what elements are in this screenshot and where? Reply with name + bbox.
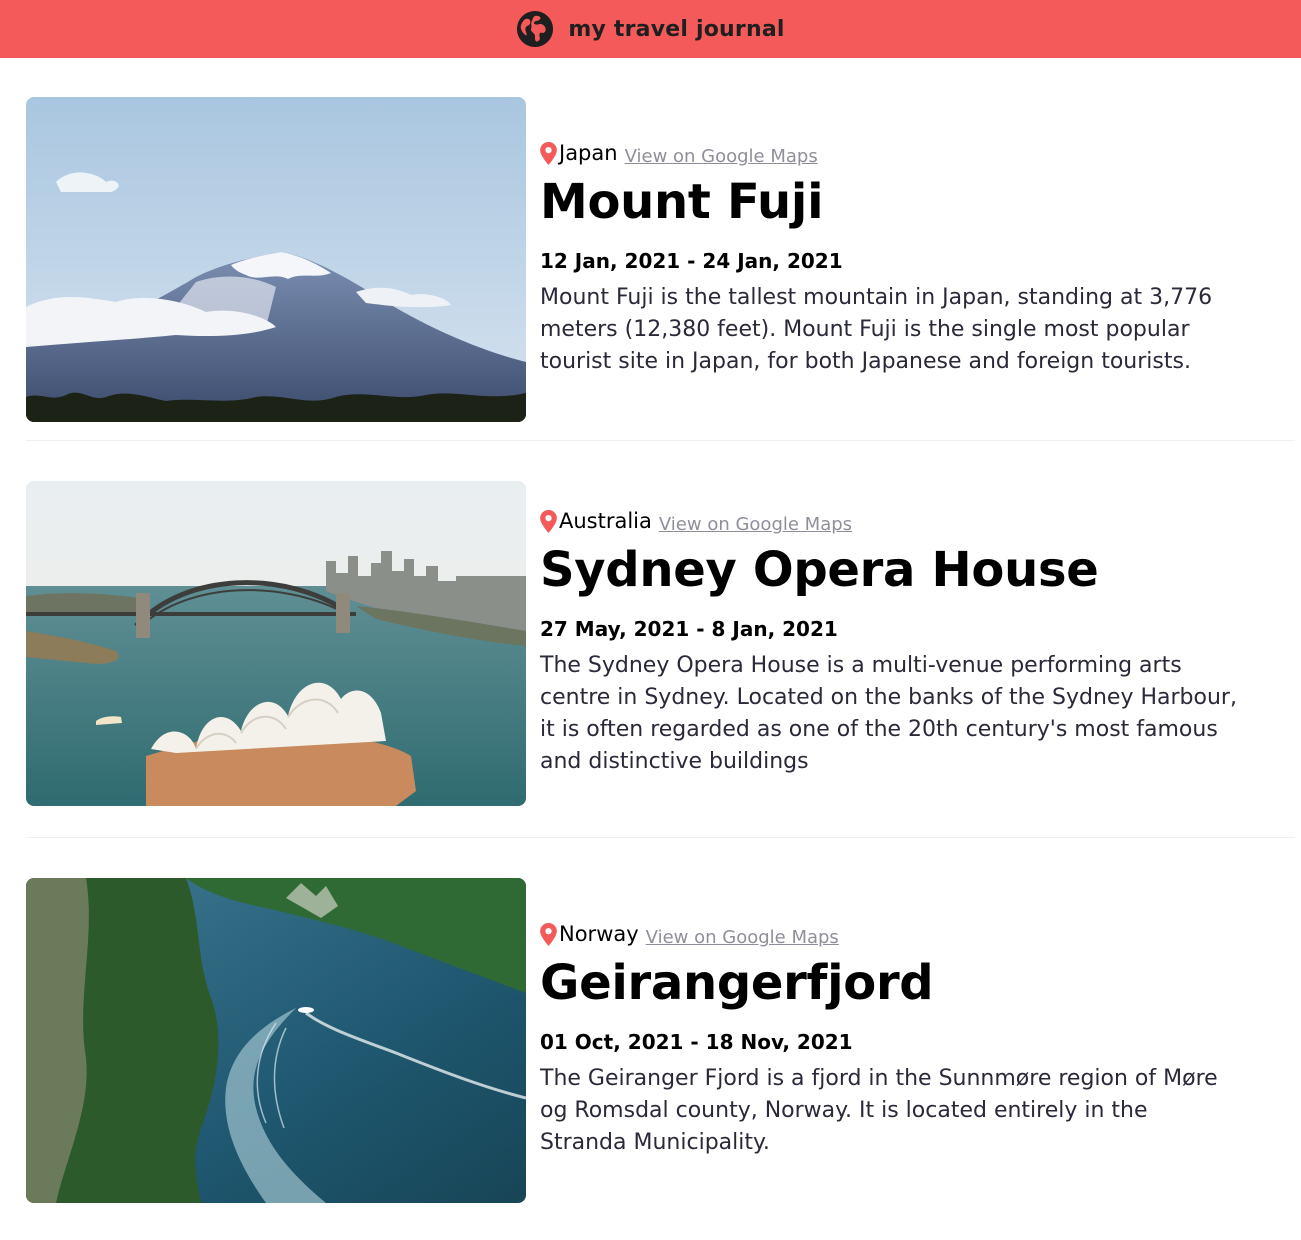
- location-row: Japan View on Google Maps: [540, 141, 1260, 168]
- entry-title: Geirangerfjord: [540, 955, 934, 1012]
- entry-photo: [26, 878, 526, 1203]
- journal-entry: Australia View on Google Maps Sydney Ope…: [26, 481, 1295, 838]
- navbar: my travel journal: [0, 0, 1301, 58]
- entry-country: Japan: [559, 141, 618, 166]
- journal-entries: Japan View on Google Maps Mount Fuji 12 …: [0, 97, 1301, 1203]
- globe-icon: [517, 10, 554, 48]
- google-maps-link[interactable]: View on Google Maps: [646, 927, 839, 949]
- entry-dates: 12 Jan, 2021 - 24 Jan, 2021: [540, 248, 843, 273]
- entry-country: Norway: [559, 922, 639, 947]
- entry-description: The Sydney Opera House is a multi-venue …: [540, 652, 1237, 774]
- entry-info: Japan View on Google Maps Mount Fuji 12 …: [540, 141, 1260, 377]
- entry-dates: 01 Oct, 2021 - 18 Nov, 2021: [540, 1029, 853, 1054]
- entry-info: Australia View on Google Maps Sydney Ope…: [540, 509, 1260, 777]
- entry-photo: [26, 97, 526, 422]
- entry-description: Mount Fuji is the tallest mountain in Ja…: [540, 284, 1213, 374]
- journal-entry: Japan View on Google Maps Mount Fuji 12 …: [26, 97, 1295, 441]
- location-row: Australia View on Google Maps: [540, 509, 1260, 536]
- journal-entry: Norway View on Google Maps Geirangerfjor…: [26, 878, 1295, 1203]
- location-pin-icon: [540, 142, 557, 166]
- app-title: my travel journal: [568, 16, 785, 42]
- location-pin-icon: [540, 923, 557, 947]
- google-maps-link[interactable]: View on Google Maps: [625, 146, 818, 168]
- google-maps-link[interactable]: View on Google Maps: [659, 514, 852, 536]
- entry-country: Australia: [559, 509, 652, 534]
- location-row: Norway View on Google Maps: [540, 922, 1260, 949]
- entry-info: Norway View on Google Maps Geirangerfjor…: [540, 922, 1260, 1158]
- entry-photo: [26, 481, 526, 806]
- entry-title: Sydney Opera House: [540, 542, 1099, 599]
- entry-description: The Geiranger Fjord is a fjord in the Su…: [540, 1065, 1218, 1155]
- entry-title: Mount Fuji: [540, 174, 824, 231]
- entry-dates: 27 May, 2021 - 8 Jan, 2021: [540, 616, 838, 641]
- location-pin-icon: [540, 510, 557, 534]
